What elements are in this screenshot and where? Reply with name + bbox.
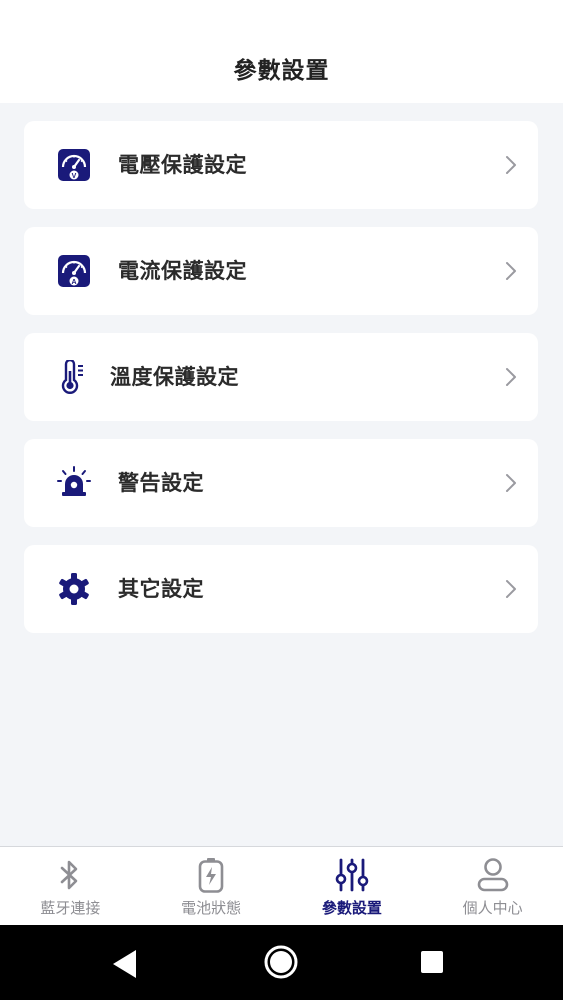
recent-apps-icon[interactable]	[420, 950, 444, 974]
alarm-light-icon	[57, 466, 91, 500]
sliders-icon	[334, 857, 370, 893]
ammeter-icon: A	[57, 254, 91, 288]
menu-item-current-protection[interactable]: A 電流保護設定	[24, 227, 538, 315]
tab-personal-center[interactable]: 個人中心	[422, 847, 563, 926]
back-icon[interactable]	[110, 948, 140, 980]
menu-item-warning-settings[interactable]: 警告設定	[24, 439, 538, 527]
chevron-right-icon	[506, 580, 516, 598]
bluetooth-icon	[52, 857, 88, 893]
tab-parameter-settings[interactable]: 參數設置	[282, 847, 423, 926]
bottom-tab-bar: 藍牙連接 電池狀態 參數設置 個人中心	[0, 846, 563, 925]
tab-label: 參數設置	[321, 899, 382, 917]
tab-battery-status[interactable]: 電池狀態	[141, 847, 282, 926]
chevron-right-icon	[506, 368, 516, 386]
tab-label: 電池狀態	[181, 899, 242, 917]
home-icon[interactable]	[263, 944, 299, 980]
menu-item-label: 電流保護設定	[118, 259, 247, 283]
menu-item-label: 電壓保護設定	[118, 153, 247, 177]
menu-item-label: 警告設定	[118, 471, 204, 495]
menu-item-label: 溫度保護設定	[110, 365, 239, 389]
tab-label: 個人中心	[462, 899, 523, 917]
voltmeter-icon: V	[57, 148, 91, 182]
tab-bluetooth[interactable]: 藍牙連接	[0, 847, 141, 926]
page-title: 參數設置	[233, 58, 330, 84]
menu-item-label: 其它設定	[118, 577, 204, 601]
chevron-right-icon	[506, 156, 516, 174]
menu-item-temperature-protection[interactable]: 溫度保護設定	[24, 333, 538, 421]
tab-label: 藍牙連接	[40, 899, 101, 917]
chevron-right-icon	[506, 474, 516, 492]
thermometer-icon	[57, 360, 91, 394]
settings-menu: V 電壓保護設定 A 電流保護設定 溫度保護設定 警告設定 其它設定	[24, 121, 538, 651]
menu-item-voltage-protection[interactable]: V 電壓保護設定	[24, 121, 538, 209]
menu-item-other-settings[interactable]: 其它設定	[24, 545, 538, 633]
svg-text:V: V	[72, 173, 77, 180]
chevron-right-icon	[506, 262, 516, 280]
battery-icon	[193, 857, 229, 893]
user-icon	[475, 857, 511, 893]
gear-icon	[57, 572, 91, 606]
page-header: 參數設置	[0, 0, 563, 103]
svg-text:A: A	[71, 279, 76, 286]
